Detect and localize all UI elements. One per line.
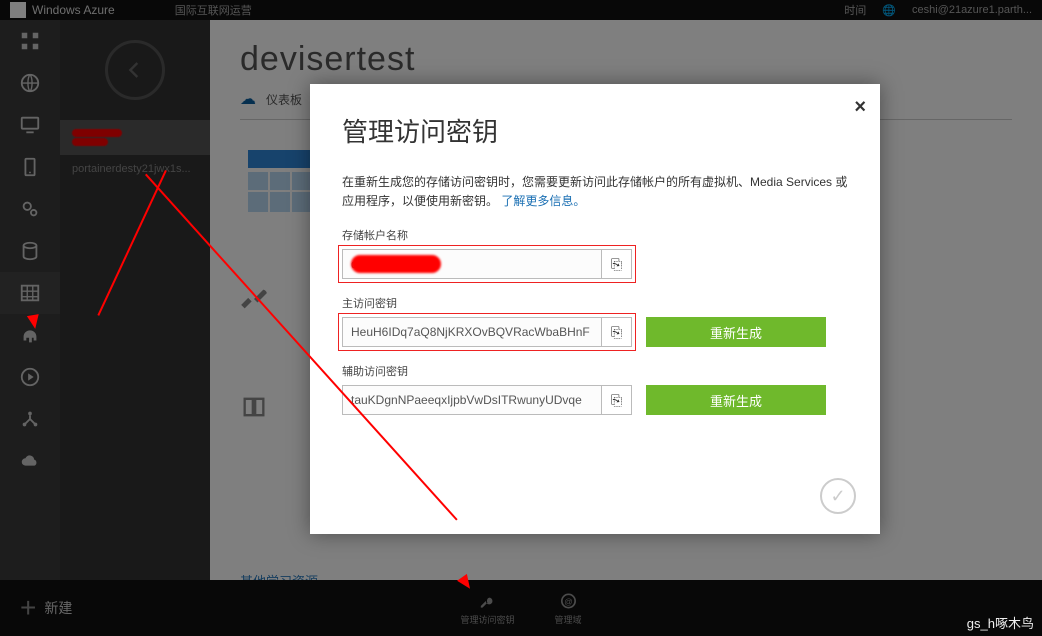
copy-primary-button[interactable]: ⎘ — [601, 317, 631, 347]
dialog-title: 管理访问密钥 — [342, 112, 848, 149]
close-button[interactable]: × — [854, 96, 866, 119]
learn-more-link[interactable]: 了解更多信息。 — [501, 194, 585, 208]
account-name-label: 存储帐户名称 — [342, 227, 848, 243]
primary-key-input[interactable] — [343, 318, 601, 346]
account-name-field-wrap: ⎘ — [342, 249, 632, 279]
annotation-arrowhead-1 — [27, 314, 41, 330]
dialog-description: 在重新生成您的存储访问密钥时，您需要更新访问此存储帐户的所有虚拟机、Media … — [342, 173, 848, 211]
manage-keys-dialog: × 管理访问密钥 在重新生成您的存储访问密钥时，您需要更新访问此存储帐户的所有虚… — [310, 84, 880, 534]
regenerate-primary-button[interactable]: 重新生成 — [646, 317, 826, 347]
dialog-description-text: 在重新生成您的存储访问密钥时，您需要更新访问此存储帐户的所有虚拟机、Media … — [342, 175, 847, 208]
copy-secondary-button[interactable]: ⎘ — [601, 385, 631, 415]
secondary-key-input[interactable] — [343, 386, 601, 414]
secondary-key-field-wrap: ⎘ — [342, 385, 632, 415]
primary-key-field-wrap: ⎘ — [342, 317, 632, 347]
primary-key-label: 主访问密钥 — [342, 295, 848, 311]
copy-account-button[interactable]: ⎘ — [601, 249, 631, 279]
watermark: gs_h啄木鸟 — [967, 613, 1034, 632]
regenerate-secondary-button[interactable]: 重新生成 — [646, 385, 826, 415]
confirm-button[interactable]: ✓ — [820, 478, 856, 514]
secondary-key-label: 辅助访问密钥 — [342, 363, 848, 379]
redacted-overlay — [351, 255, 441, 273]
